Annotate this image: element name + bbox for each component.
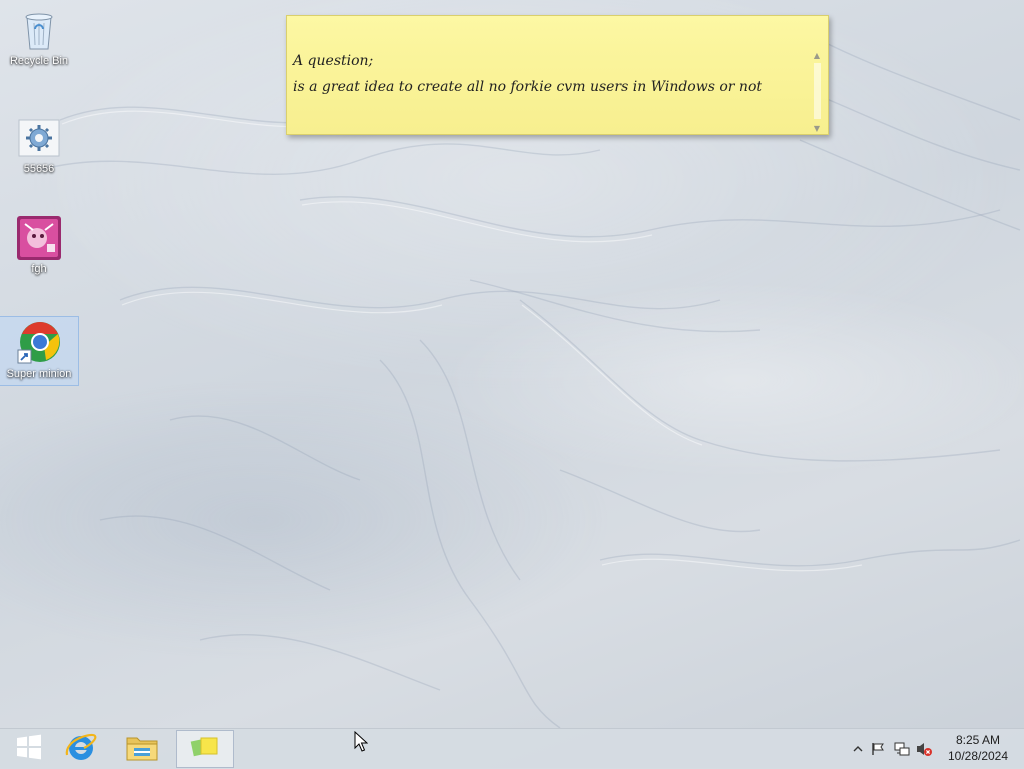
windows-logo-icon	[16, 734, 42, 764]
settings-gear-icon	[16, 116, 62, 160]
taskbar-clock[interactable]: 8:25 AM 10/28/2024	[942, 732, 1014, 764]
desktop-icon-label: Recycle Bin	[9, 55, 69, 67]
sticky-notes-icon	[189, 734, 221, 764]
clock-time: 8:25 AM	[955, 733, 1001, 747]
sticky-note[interactable]: A question; is a great idea to create al…	[286, 15, 829, 135]
desktop-icon-fgh[interactable]: fgh	[0, 212, 78, 280]
desktop-icon-label: fgh	[31, 263, 47, 275]
scroll-down-arrow-icon[interactable]: ▼	[812, 124, 822, 134]
volume-muted-icon[interactable]	[916, 741, 932, 757]
scroll-up-arrow-icon[interactable]: ▲	[812, 51, 822, 61]
desktop-icon-label: Super minion	[6, 368, 72, 380]
network-icon[interactable]	[894, 741, 910, 757]
mouse-cursor-icon	[354, 730, 369, 757]
desktop-icon-super-minion[interactable]: Super minion	[0, 316, 79, 386]
show-hidden-icons-chevron-icon[interactable]	[850, 741, 866, 757]
chrome-shortcut-icon	[16, 321, 62, 365]
sticky-note-text[interactable]: A question; is a great idea to create al…	[293, 48, 806, 100]
action-center-flag-icon[interactable]	[870, 741, 886, 757]
clock-date: 10/28/2024	[947, 749, 1009, 763]
ie-icon	[64, 730, 98, 768]
folder-icon	[125, 732, 159, 766]
desktop-icon-55656[interactable]: 55656	[0, 112, 78, 180]
sticky-note-title-bar[interactable]	[287, 16, 828, 44]
taskbar-file-explorer[interactable]	[113, 730, 171, 768]
recycle-bin-icon	[16, 8, 62, 52]
sticky-note-line-2: is a great idea to create all no forkie …	[293, 79, 762, 95]
taskbar: 8:25 AM 10/28/2024	[0, 728, 1024, 769]
desktop-icon-recycle-bin[interactable]: Recycle Bin	[0, 4, 78, 72]
scrollbar-track[interactable]	[814, 63, 821, 119]
taskbar-internet-explorer[interactable]	[52, 730, 110, 768]
sticky-note-scrollbar[interactable]: ▲ ▼	[812, 51, 822, 134]
desktop-icon-label: 55656	[23, 163, 55, 175]
start-button[interactable]	[0, 730, 58, 768]
system-tray: 8:25 AM 10/28/2024	[844, 729, 1024, 769]
pink-app-icon	[16, 216, 62, 260]
taskbar-sticky-notes[interactable]	[176, 730, 234, 768]
sticky-note-line-1: A question;	[293, 53, 374, 69]
